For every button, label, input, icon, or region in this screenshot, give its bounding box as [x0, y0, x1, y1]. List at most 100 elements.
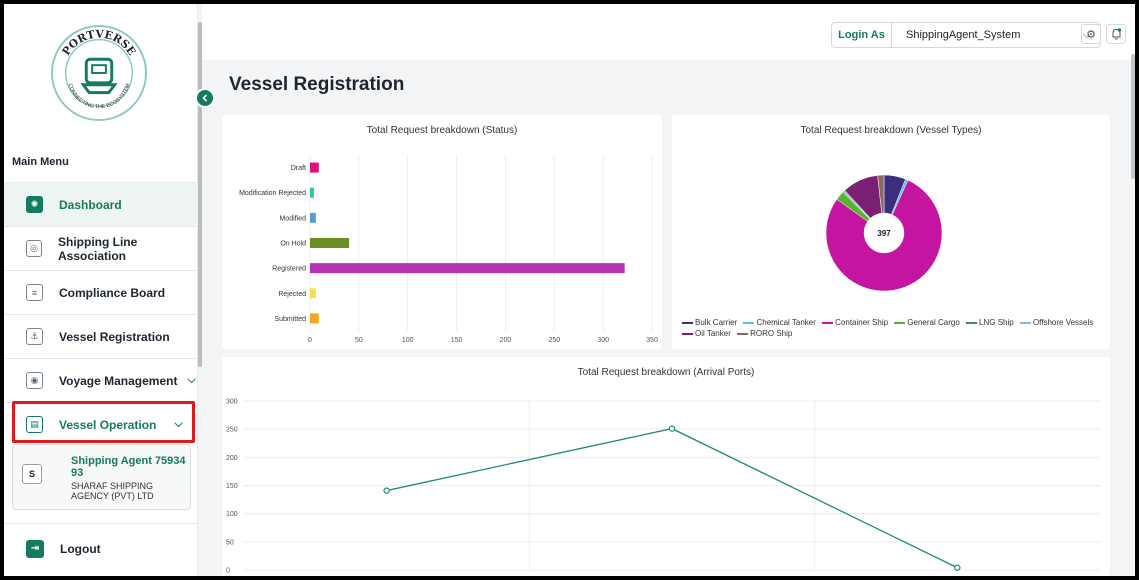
- association-icon: ◎: [26, 240, 42, 257]
- legend-item[interactable]: LNG Ship: [966, 318, 1014, 327]
- legend-swatch: [682, 321, 693, 324]
- main-scrollbar[interactable]: [1131, 54, 1135, 179]
- x-tick-label: 200: [500, 337, 512, 344]
- operation-icon: ▤: [26, 416, 43, 433]
- legend-item[interactable]: Bulk Carrier: [682, 318, 737, 327]
- legend-label: Bulk Carrier: [695, 318, 738, 327]
- data-point: [383, 487, 390, 494]
- logout-button[interactable]: ⇥ Logout: [4, 523, 198, 573]
- bar: [310, 313, 319, 324]
- category-label: Submitted: [274, 316, 306, 323]
- sidebar-item-voyage-management[interactable]: ◉ Voyage Management ⌵: [4, 358, 198, 402]
- login-as-select[interactable]: Login As ShippingAgent_System ⌵: [831, 22, 1101, 48]
- x-tick-label: 50: [355, 337, 363, 344]
- y-tick-label: 150: [226, 483, 238, 490]
- legend-label: Oil Tanker: [695, 329, 731, 338]
- main-menu-heading: Main Menu: [12, 156, 69, 168]
- compliance-icon: ≡: [26, 284, 43, 301]
- category-label: Draft: [291, 165, 306, 172]
- x-tick-label: 150: [451, 337, 463, 344]
- notification-bell-icon[interactable]: [1106, 24, 1126, 44]
- y-tick-label: 300: [226, 399, 238, 406]
- legend-item[interactable]: Chemical Tanker: [743, 318, 816, 327]
- legend-swatch: [894, 321, 906, 324]
- legend-label: Offshore Vessels: [1032, 318, 1094, 327]
- sidebar-item-vessel-registration[interactable]: ⚓ Vessel Registration: [4, 314, 198, 358]
- sidebar-item-label: Vessel Registration: [59, 329, 170, 344]
- arrival-ports-chart-card: Total Request breakdown (Arrival Ports) …: [222, 357, 1110, 576]
- bar: [310, 162, 319, 173]
- x-tick-label: 250: [548, 337, 560, 344]
- sidebar-scrollbar[interactable]: [198, 22, 202, 367]
- legend-swatch: [822, 321, 834, 324]
- collapse-sidebar-button[interactable]: [195, 88, 215, 108]
- legend-label: LNG Ship: [979, 318, 1014, 327]
- legend-label: Container Ship: [835, 318, 889, 327]
- category-label: Registered: [272, 266, 306, 273]
- category-label: Rejected: [278, 291, 306, 298]
- y-tick-label: 50: [226, 539, 234, 546]
- logout-icon: ⇥: [26, 539, 44, 558]
- series-line: [386, 427, 958, 569]
- category-label: Modification Rejected: [239, 190, 306, 197]
- agent-card[interactable]: S Shipping Agent 7593493 SHARAF SHIPPING…: [12, 444, 191, 510]
- legend-item[interactable]: Offshore Vessels: [1019, 318, 1094, 327]
- data-point: [668, 425, 676, 432]
- sidebar-item-label: Vessel Operation: [59, 417, 157, 432]
- chart-legend: Bulk Carrier Chemical Tanker Container S…: [682, 317, 1110, 339]
- y-tick-label: 0: [226, 568, 230, 575]
- legend-swatch: [737, 332, 749, 335]
- vessel-types-chart-card: Total Request breakdown (Vessel Types) 3…: [672, 115, 1110, 349]
- sidebar-item-compliance-board[interactable]: ≡ Compliance Board: [4, 270, 198, 314]
- legend-item[interactable]: General Cargo: [894, 318, 960, 327]
- sidebar-item-label: Shipping Line Association: [57, 234, 138, 263]
- vessel-icon: ⚓: [26, 328, 43, 345]
- category-label: On Hold: [280, 241, 306, 248]
- dashboard-icon: ✺: [26, 196, 43, 213]
- x-tick-label: 350: [646, 337, 658, 344]
- legend-swatch: [966, 321, 978, 324]
- legend-swatch: [682, 332, 693, 335]
- sidebar-item-shipping-line-association[interactable]: ◎ Shipping Line Association: [4, 226, 198, 270]
- settings-icon[interactable]: ⚙: [1081, 24, 1101, 44]
- sidebar-item-label: Voyage Management: [59, 373, 178, 388]
- status-chart-card: Total Request breakdown (Status) 0 50 100 1…: [222, 115, 662, 349]
- portverse-logo: PORTVERSE CONNECTING THE ECOSYSTEM: [50, 24, 148, 122]
- sidebar: PORTVERSE CONNECTING THE ECOSYSTEM Main …: [4, 4, 198, 576]
- chevron-left-icon: [202, 94, 208, 102]
- bar: [310, 238, 350, 248]
- legend-item[interactable]: RORO Ship: [737, 329, 792, 338]
- x-tick-label: 0: [308, 337, 312, 344]
- page-title: Vessel Registration: [229, 74, 405, 95]
- agent-name: Shipping Agent 7593493: [71, 455, 186, 479]
- voyage-icon: ◉: [26, 372, 43, 389]
- donut-center-label: 397: [877, 229, 891, 238]
- avatar: S: [22, 464, 42, 484]
- y-tick-label: 100: [226, 511, 238, 518]
- sidebar-item-vessel-operation[interactable]: ▤ Vessel Operation ⌵: [4, 402, 198, 446]
- sidebar-item-dashboard[interactable]: ✺ Dashboard: [4, 182, 198, 226]
- legend-item[interactable]: Oil Tanker: [682, 329, 731, 338]
- sidebar-item-label: Dashboard: [59, 197, 122, 212]
- login-as-label: Login As: [832, 23, 892, 47]
- login-as-value: ShippingAgent_System: [906, 29, 1021, 41]
- legend-item[interactable]: Container Ship: [822, 318, 888, 327]
- legend-label: RORO Ship: [750, 329, 793, 338]
- x-tick-label: 300: [597, 337, 609, 344]
- y-tick-label: 200: [226, 455, 238, 462]
- sidebar-item-label: Compliance Board: [59, 285, 166, 300]
- legend-label: Chemical Tanker: [756, 318, 816, 327]
- top-bar: Login As ShippingAgent_System ⌵ ⚙: [202, 4, 1135, 60]
- legend-swatch: [743, 321, 755, 324]
- chevron-down-icon: ⌵: [174, 418, 183, 430]
- agent-company: SHARAF SHIPPING AGENCY (PVT) LTD: [71, 481, 154, 501]
- logout-label: Logout: [60, 541, 101, 556]
- category-label: Modified: [280, 215, 307, 222]
- y-tick-label: 250: [226, 427, 238, 434]
- x-tick-label: 100: [402, 337, 414, 344]
- data-point: [954, 564, 961, 571]
- legend-label: General Cargo: [907, 318, 960, 327]
- chevron-down-icon: ⌵: [187, 374, 196, 386]
- bar: [310, 263, 625, 274]
- bar: [310, 187, 314, 198]
